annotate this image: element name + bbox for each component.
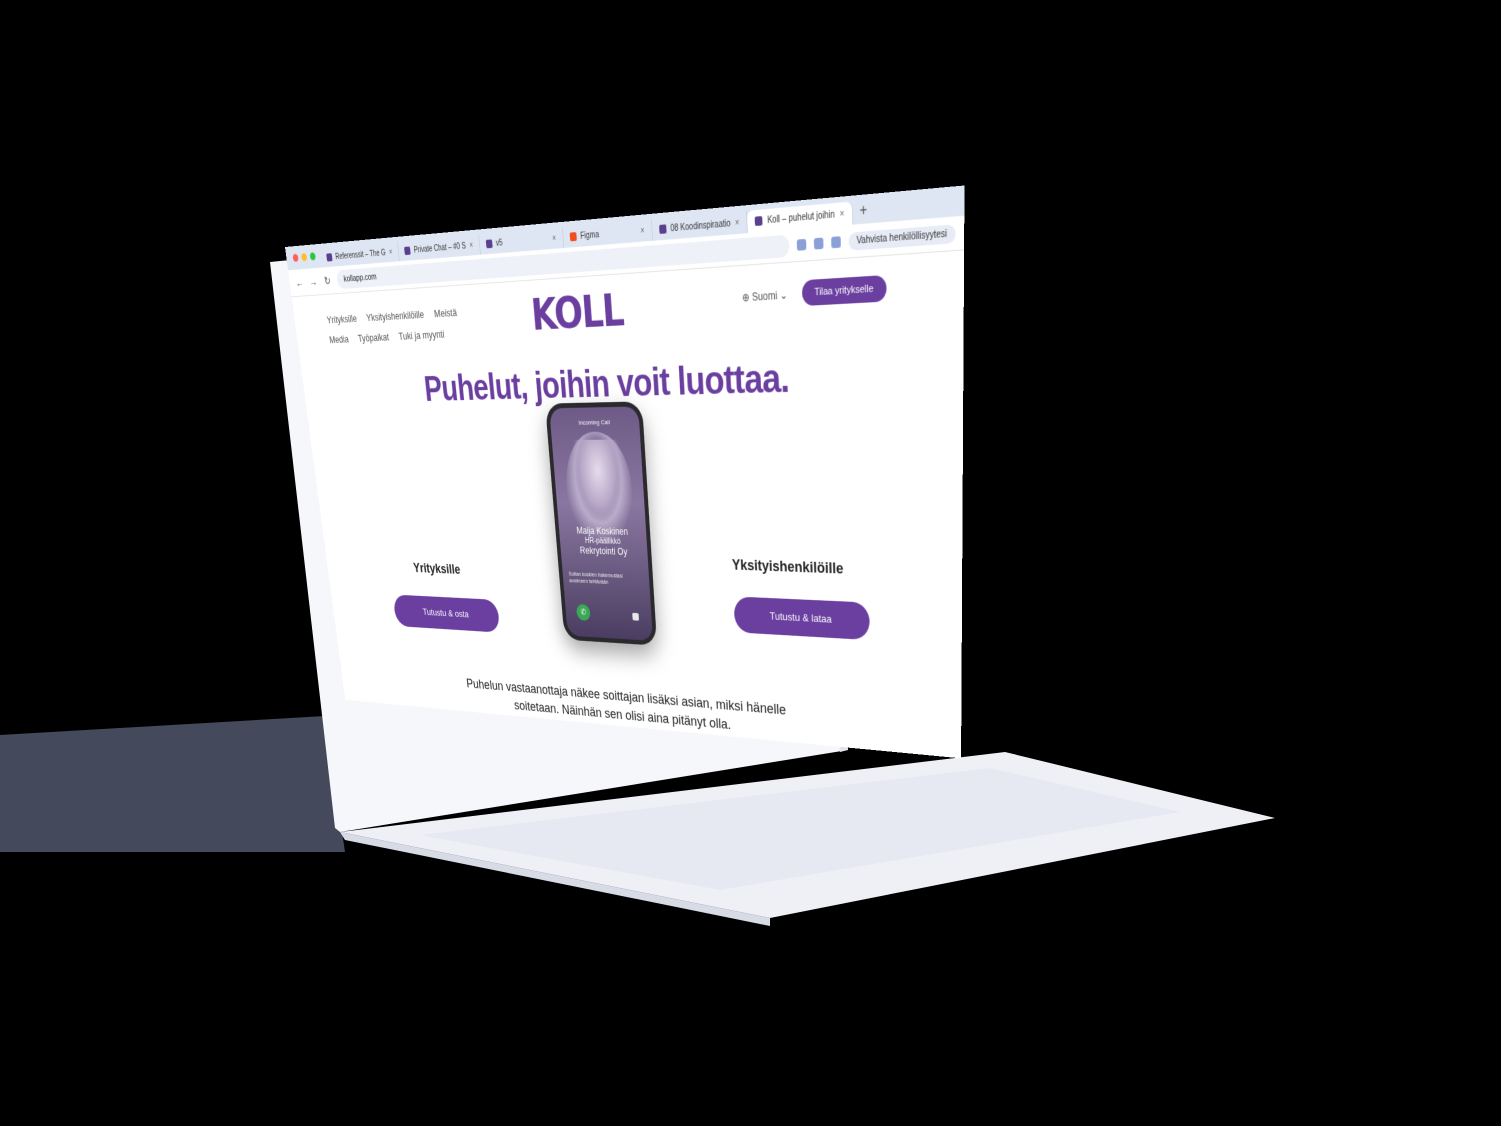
koll-website: Yrityksille Yksityishenkilöille Meistä M… (292, 250, 964, 758)
forward-arrow-icon[interactable]: → (308, 275, 318, 288)
nav-link-media[interactable]: Media (329, 333, 350, 345)
window-controls (292, 252, 316, 263)
caller-company: Rekrytointi Oy (579, 545, 628, 558)
message-icon (632, 612, 640, 621)
nav-link-individuals[interactable]: Yksityishenkilöille (366, 308, 425, 323)
tab-label: v5 (495, 238, 503, 248)
language-selector[interactable]: ⊕ Suomi ⌄ (742, 289, 788, 304)
chevron-down-icon: ⌄ (779, 288, 788, 302)
tab-close-icon[interactable]: × (735, 218, 740, 229)
url-text: kollapp.com (343, 272, 378, 285)
nav-link-support[interactable]: Tuki ja myynti (398, 328, 445, 342)
koll-logo[interactable]: KOLL (529, 285, 624, 341)
figma-icon (569, 232, 577, 242)
verify-identity-button[interactable]: Vahvista henkilöllisyytesi (848, 223, 956, 251)
zoom-window-button[interactable] (309, 252, 316, 261)
tab-close-icon[interactable]: × (640, 226, 645, 236)
close-window-button[interactable] (292, 253, 299, 263)
answer-call-icon: ✆ (576, 603, 591, 621)
individuals-section-title: Yksityishenkilöille (731, 556, 844, 577)
minimize-window-button[interactable] (300, 253, 308, 262)
tab-favicon-icon (404, 246, 411, 256)
site-nav: Yrityksille Yksityishenkilöille Meistä M… (326, 302, 469, 350)
tab-label: Referenssit – The G (334, 248, 387, 262)
order-for-business-button[interactable]: Tilaa yritykselle (801, 274, 887, 307)
hero-heading: Puhelut, joihin voit luottaa. (422, 354, 790, 409)
laptop-mockup-scene: Referenssit – The G × Private Chat – #0 S… (0, 0, 1501, 1126)
tab-close-icon[interactable]: × (552, 233, 557, 243)
nav-link-businesses[interactable]: Yrityksille (326, 312, 357, 325)
caller-info: Maija Koskinen HR-päällikkö Rekrytointi … (559, 525, 648, 558)
phone-mockup: Incoming Call Maija Koskinen HR-päällikk… (545, 401, 658, 646)
language-label: Suomi (751, 289, 778, 304)
laptop-screen: Referenssit – The G × Private Chat – #0 S… (285, 185, 965, 759)
tab-label: 08 Koodinspiraatio (670, 218, 731, 234)
explore-download-button[interactable]: Tutustu & lataa (733, 596, 870, 641)
extension-icon[interactable] (830, 236, 841, 249)
tab-label: Figma (580, 229, 600, 241)
caller-face (569, 439, 628, 528)
tab-favicon-icon (326, 253, 333, 262)
nav-link-careers[interactable]: Työpaikat (357, 331, 389, 344)
back-arrow-icon[interactable]: ← (294, 276, 304, 289)
business-section-title: Yrityksille (412, 560, 461, 577)
tab-close-icon[interactable]: × (389, 248, 393, 257)
nav-link-about[interactable]: Meistä (433, 306, 457, 319)
tab-close-icon[interactable]: × (839, 208, 844, 219)
explore-buy-button[interactable]: Tutustu & osta (392, 594, 501, 633)
extension-icon[interactable] (813, 237, 824, 250)
new-tab-button[interactable]: + (853, 202, 874, 225)
phone-screen: Incoming Call Maija Koskinen HR-päällikk… (549, 406, 653, 641)
tab-favicon-icon (485, 239, 493, 249)
incoming-call-label: Incoming Call (578, 418, 611, 427)
extension-icon[interactable] (796, 238, 807, 251)
tab-close-icon[interactable]: × (469, 241, 473, 251)
tab-label: Private Chat – #0 S (413, 241, 467, 255)
tab-favicon-icon (658, 224, 667, 234)
call-reason: Soitan koskien hakemustasi avoimeen teht… (568, 571, 623, 586)
tab-favicon-icon (754, 216, 763, 227)
tab-label: Koll – puhelut joihin (767, 209, 835, 226)
reload-icon[interactable]: ↻ (322, 274, 332, 288)
globe-icon: ⊕ (741, 290, 750, 304)
